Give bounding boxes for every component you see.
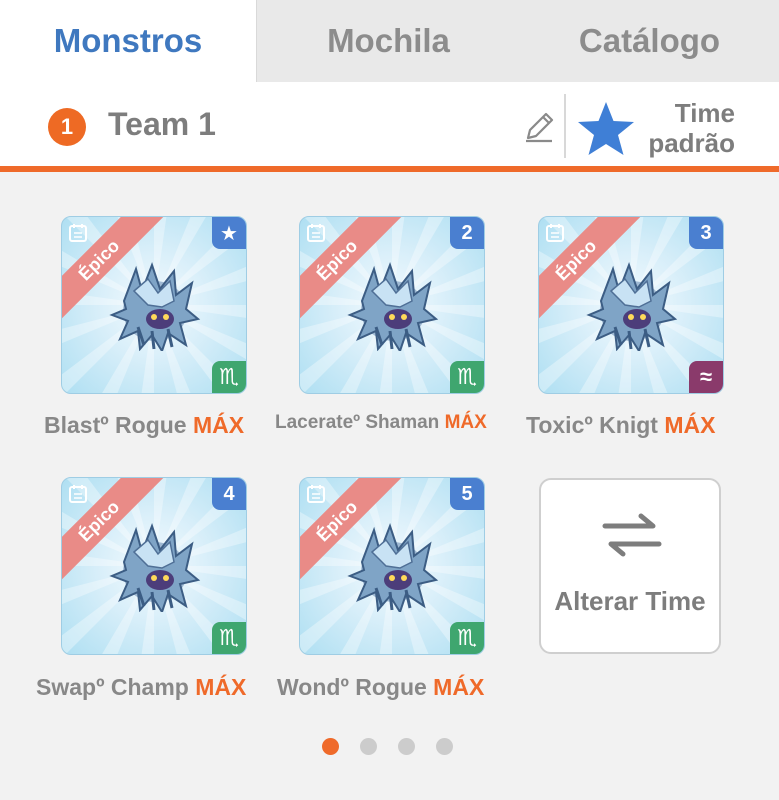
tab-monstros[interactable]: Monstros	[0, 0, 257, 82]
alterar-time-button[interactable]: Alterar Time	[539, 478, 721, 654]
tab-bar: Monstros Mochila Catálogo	[0, 0, 779, 82]
default-team-star-icon[interactable]	[576, 100, 636, 158]
team-slot-badge: ★	[212, 217, 246, 249]
team-slot-badge: 2	[450, 217, 484, 249]
page-dot-4[interactable]	[436, 738, 453, 755]
element-icon: ♏	[212, 361, 246, 393]
monster-name: Lacerateº Shaman MÁX	[275, 412, 487, 434]
alterar-time-label: Alterar Time	[554, 586, 706, 616]
calendar-icon	[546, 224, 564, 242]
team-slot-badge: 5	[450, 478, 484, 510]
page-dot-3[interactable]	[398, 738, 415, 755]
element-icon: ♏	[212, 622, 246, 654]
monster-card[interactable]: Épico ★ ♏	[61, 216, 247, 394]
monster-level: MÁX	[444, 412, 487, 433]
monster-portrait	[347, 523, 439, 612]
calendar-icon	[307, 224, 325, 242]
monster-name-text: Wondº Rogue	[277, 674, 427, 700]
monster-card[interactable]: Épico 3 ≈	[538, 216, 724, 394]
monster-portrait	[347, 262, 439, 351]
monster-portrait	[109, 523, 201, 612]
monster-level: MÁX	[664, 412, 716, 438]
monster-name-text: Lacerateº Shaman	[275, 412, 440, 433]
monster-portrait	[109, 262, 201, 351]
default-team-label-line1: Time	[674, 98, 735, 128]
calendar-icon	[307, 485, 325, 503]
monster-name: Blastº Rogue MÁX	[44, 412, 244, 439]
tab-mochila[interactable]: Mochila	[257, 0, 520, 82]
page-dot-2[interactable]	[360, 738, 377, 755]
tab-catalogo[interactable]: Catálogo	[520, 0, 779, 82]
team-name: Team 1	[108, 106, 216, 142]
monster-card[interactable]: Épico 2 ♏	[299, 216, 485, 394]
team-number-badge: 1	[48, 108, 86, 146]
page-dot-1[interactable]	[322, 738, 339, 755]
swap-arrows-icon	[602, 513, 662, 557]
monster-level: MÁX	[192, 412, 245, 438]
monster-name-text: Blastº Rogue	[44, 412, 187, 438]
element-icon: ≈	[689, 361, 723, 393]
monster-level: MÁX	[433, 674, 485, 700]
header-underline	[0, 166, 779, 172]
header-divider	[564, 94, 566, 158]
calendar-icon	[69, 224, 87, 242]
monster-card[interactable]: Épico 4 ♏	[61, 477, 247, 655]
monster-name-text: Swapº Champ	[36, 674, 189, 700]
default-team-label[interactable]: Time padrão	[648, 98, 735, 158]
monster-name: Swapº Champ MÁX	[36, 674, 246, 701]
pencil-edit-icon[interactable]	[522, 110, 556, 144]
monster-name: Wondº Rogue MÁX	[277, 674, 484, 701]
monster-level: MÁX	[195, 674, 247, 700]
team-slot-badge: 4	[212, 478, 246, 510]
monster-name: Toxicº Knigt MÁX	[526, 412, 715, 439]
monster-card[interactable]: Épico 5 ♏	[299, 477, 485, 655]
element-icon: ♏	[450, 622, 484, 654]
monster-name-text: Toxicº Knigt	[526, 412, 658, 438]
element-icon: ♏	[450, 361, 484, 393]
monster-portrait	[586, 262, 678, 351]
default-team-label-line2: padrão	[648, 128, 735, 158]
team-slot-badge: 3	[689, 217, 723, 249]
calendar-icon	[69, 485, 87, 503]
pagination-dots	[322, 738, 453, 755]
team-header: 1 Team 1 Time padrão	[0, 82, 779, 172]
